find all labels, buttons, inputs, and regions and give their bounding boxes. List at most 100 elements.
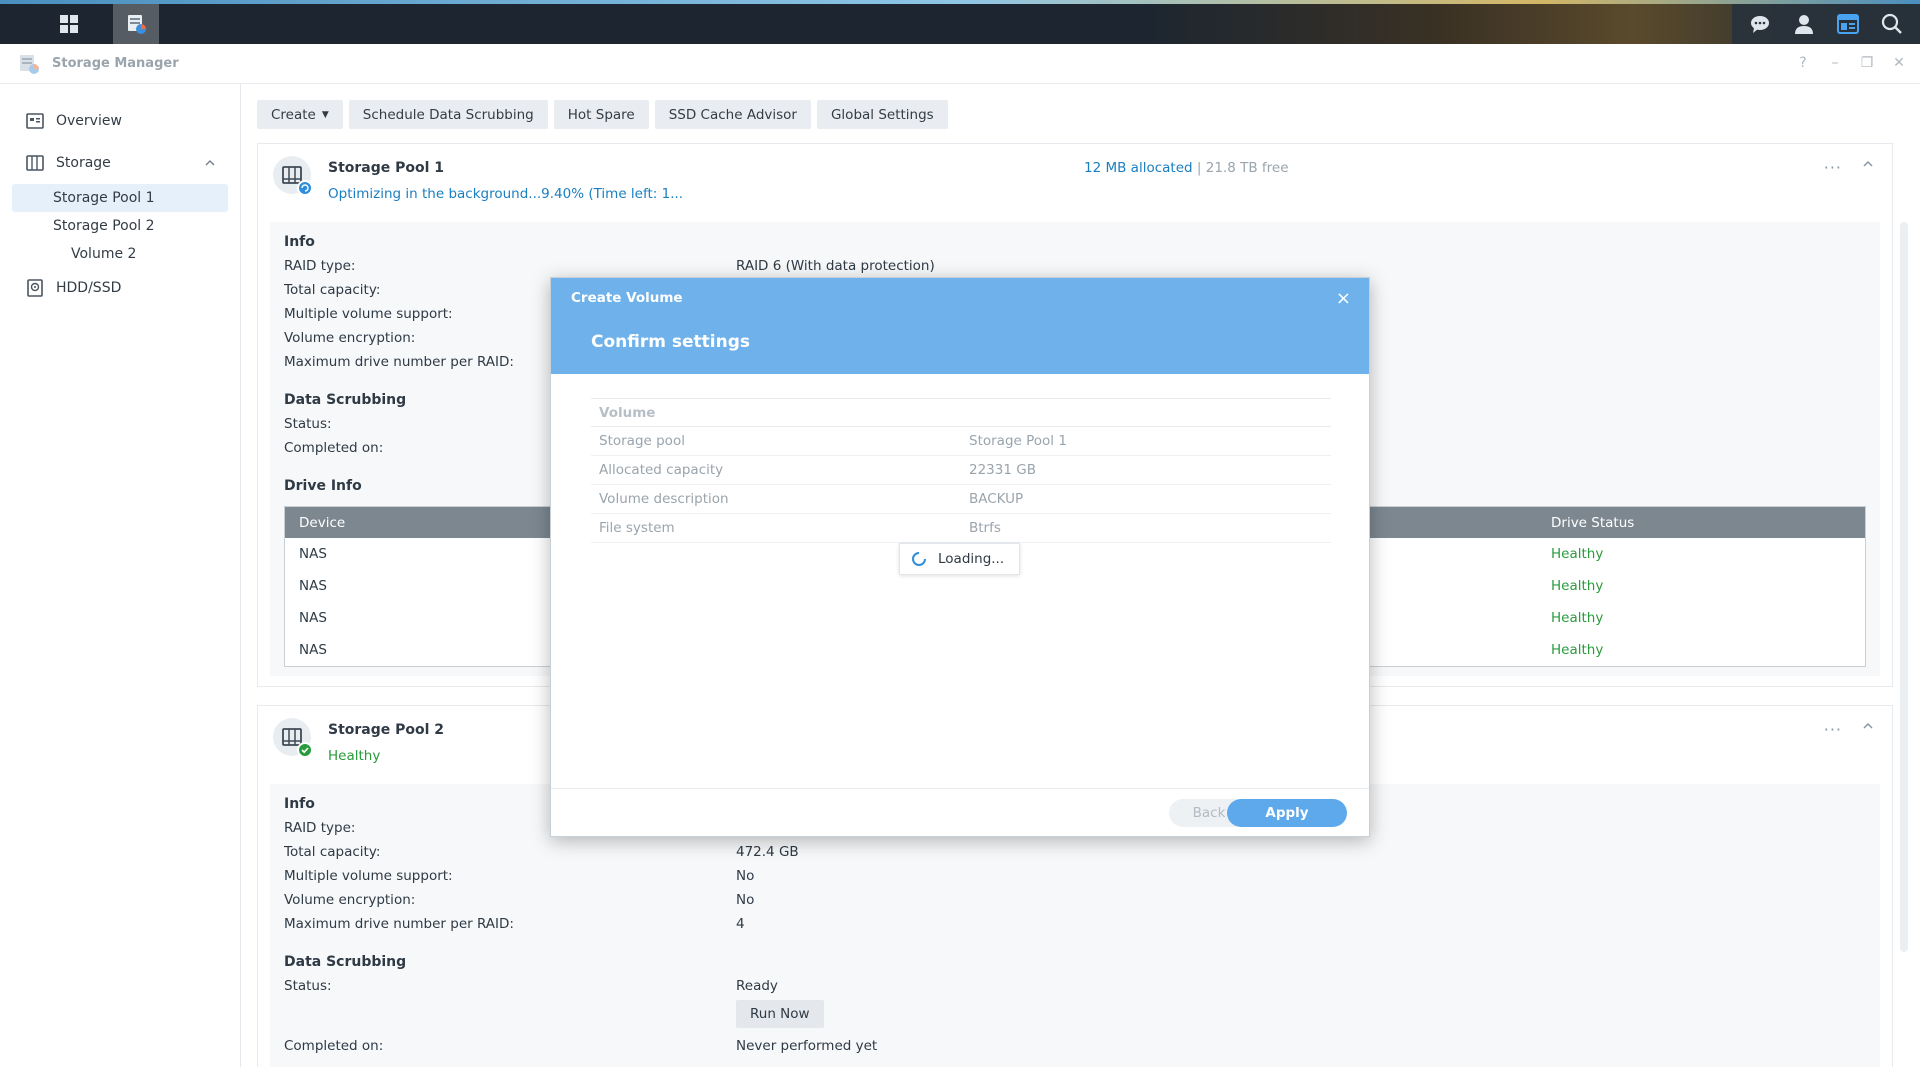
device-cell: NAS bbox=[299, 610, 327, 626]
hdd-icon bbox=[27, 279, 43, 297]
pool-name: Storage Pool 1 bbox=[328, 160, 445, 176]
sidebar-item-storage-pool-2[interactable]: Storage Pool 2 bbox=[12, 212, 228, 240]
total-capacity-label: Total capacity: bbox=[284, 844, 381, 860]
max-drive-value: 4 bbox=[736, 916, 745, 932]
pool-allocation: 12 MB allocated | 21.8 TB free bbox=[1084, 160, 1289, 176]
chevron-up-icon[interactable] bbox=[204, 157, 216, 169]
storage-manager-icon bbox=[128, 15, 146, 34]
total-capacity-value: 472.4 GB bbox=[736, 844, 799, 860]
storage-manager-taskbar-button[interactable] bbox=[113, 4, 159, 44]
sidebar-item-storage[interactable]: Storage bbox=[12, 149, 228, 177]
data-scrubbing-title: Data Scrubbing bbox=[284, 392, 407, 408]
sidebar-item-label: HDD/SSD bbox=[56, 280, 122, 296]
info-title: Info bbox=[284, 234, 315, 250]
raid-type-value: RAID 6 (With data protection) bbox=[736, 258, 935, 274]
storage-pool-icon bbox=[273, 718, 313, 758]
setting-value: Btrfs bbox=[969, 520, 1001, 536]
main-menu-button[interactable] bbox=[46, 4, 92, 44]
overview-icon bbox=[26, 113, 44, 129]
widgets-icon[interactable] bbox=[1833, 9, 1863, 39]
sidebar-item-volume-2[interactable]: Volume 2 bbox=[12, 240, 228, 268]
search-icon[interactable] bbox=[1877, 9, 1907, 39]
chevron-up-icon[interactable] bbox=[1862, 158, 1874, 170]
sidebar-item-label: Volume 2 bbox=[71, 246, 137, 262]
close-icon[interactable]: × bbox=[1336, 288, 1351, 309]
max-drive-label: Maximum drive number per RAID: bbox=[284, 354, 514, 370]
storage-manager-icon bbox=[20, 55, 39, 74]
pool-status: Healthy bbox=[328, 748, 381, 764]
sidebar-item-storage-pool-1[interactable]: Storage Pool 1 bbox=[12, 184, 228, 212]
section-header: Volume bbox=[591, 398, 1331, 427]
setting-key: Storage pool bbox=[599, 433, 685, 449]
loading-text: Loading... bbox=[938, 551, 1005, 567]
header-drive-status: Drive Status bbox=[1551, 515, 1635, 531]
user-icon[interactable] bbox=[1789, 9, 1819, 39]
storage-icon bbox=[26, 155, 44, 171]
setting-key: File system bbox=[599, 520, 675, 536]
header-device: Device bbox=[299, 515, 346, 531]
max-drive-label: Maximum drive number per RAID: bbox=[284, 916, 514, 932]
sidebar-item-hdd-ssd[interactable]: HDD/SSD bbox=[12, 274, 228, 302]
scrub-status-value: Ready bbox=[736, 978, 778, 994]
encryption-label: Volume encryption: bbox=[284, 330, 416, 346]
settings-summary: Volume Storage pool Storage Pool 1 Alloc… bbox=[591, 398, 1331, 543]
status-cell: Healthy bbox=[1551, 610, 1604, 626]
apply-button[interactable]: Apply bbox=[1227, 799, 1347, 827]
settings-row: Volume description BACKUP bbox=[591, 485, 1331, 514]
scrub-completed-value: Never performed yet bbox=[736, 1038, 878, 1054]
settings-row: Storage pool Storage Pool 1 bbox=[591, 427, 1331, 456]
ssd-cache-advisor-button[interactable]: SSD Cache Advisor bbox=[654, 100, 811, 129]
section-label: Volume bbox=[599, 405, 656, 421]
help-icon[interactable]: ? bbox=[1796, 55, 1810, 71]
chat-icon[interactable] bbox=[1745, 9, 1775, 39]
grid-icon bbox=[60, 15, 78, 33]
setting-key: Allocated capacity bbox=[599, 462, 724, 478]
storage-pool-icon bbox=[273, 156, 313, 196]
caret-down-icon: ▼ bbox=[321, 109, 329, 120]
raid-type-label: RAID type: bbox=[284, 820, 356, 836]
pool-name: Storage Pool 2 bbox=[328, 722, 445, 738]
free-text: 21.8 TB free bbox=[1205, 160, 1289, 176]
checkmark-icon bbox=[297, 742, 313, 758]
more-options-icon[interactable]: ··· bbox=[1824, 720, 1842, 739]
setting-value: 22331 GB bbox=[969, 462, 1036, 478]
raid-type-label: RAID type: bbox=[284, 258, 356, 274]
minimize-icon[interactable]: – bbox=[1828, 55, 1842, 71]
data-scrubbing-title: Data Scrubbing bbox=[284, 954, 407, 970]
device-cell: NAS bbox=[299, 546, 327, 562]
global-settings-button[interactable]: Global Settings bbox=[816, 100, 948, 129]
sidebar-item-label: Storage bbox=[56, 155, 111, 171]
total-capacity-label: Total capacity: bbox=[284, 282, 381, 298]
scrub-completed-label: Completed on: bbox=[284, 1038, 384, 1054]
sidebar-item-overview[interactable]: Overview bbox=[12, 107, 228, 135]
dialog-header: Create Volume × Confirm settings bbox=[551, 278, 1369, 374]
spinner-icon bbox=[912, 552, 926, 566]
run-now-button[interactable]: Run Now bbox=[736, 1000, 824, 1028]
status-cell: Healthy bbox=[1551, 642, 1604, 658]
create-dropdown-button[interactable]: Create ▼ bbox=[257, 100, 343, 129]
window-title: Storage Manager bbox=[52, 56, 179, 71]
sidebar-item-label: Overview bbox=[56, 113, 122, 129]
close-icon[interactable]: ✕ bbox=[1892, 55, 1906, 71]
multi-volume-label: Multiple volume support: bbox=[284, 868, 453, 884]
setting-key: Volume description bbox=[599, 491, 729, 507]
settings-row: Allocated capacity 22331 GB bbox=[591, 456, 1331, 485]
multi-volume-value: No bbox=[736, 868, 755, 884]
scrub-status-label: Status: bbox=[284, 416, 332, 432]
more-options-icon[interactable]: ··· bbox=[1824, 158, 1842, 177]
hot-spare-button[interactable]: Hot Spare bbox=[553, 100, 649, 129]
allocated-text: 12 MB allocated bbox=[1084, 160, 1193, 176]
device-cell: NAS bbox=[299, 642, 327, 658]
chevron-up-icon[interactable] bbox=[1862, 720, 1874, 732]
drive-info-title: Drive Info bbox=[284, 478, 362, 494]
dialog-title: Create Volume bbox=[571, 290, 683, 306]
scrub-status-label: Status: bbox=[284, 978, 332, 994]
schedule-data-scrubbing-button[interactable]: Schedule Data Scrubbing bbox=[348, 100, 548, 129]
scrollbar[interactable] bbox=[1900, 222, 1908, 952]
dialog-footer: Back Apply bbox=[551, 788, 1369, 836]
info-title: Info bbox=[284, 796, 315, 812]
restore-icon[interactable]: ❐ bbox=[1860, 55, 1874, 71]
window-titlebar: Storage Manager ? – ❐ ✕ bbox=[0, 44, 1920, 84]
multi-volume-label: Multiple volume support: bbox=[284, 306, 453, 322]
sync-icon bbox=[297, 180, 313, 196]
